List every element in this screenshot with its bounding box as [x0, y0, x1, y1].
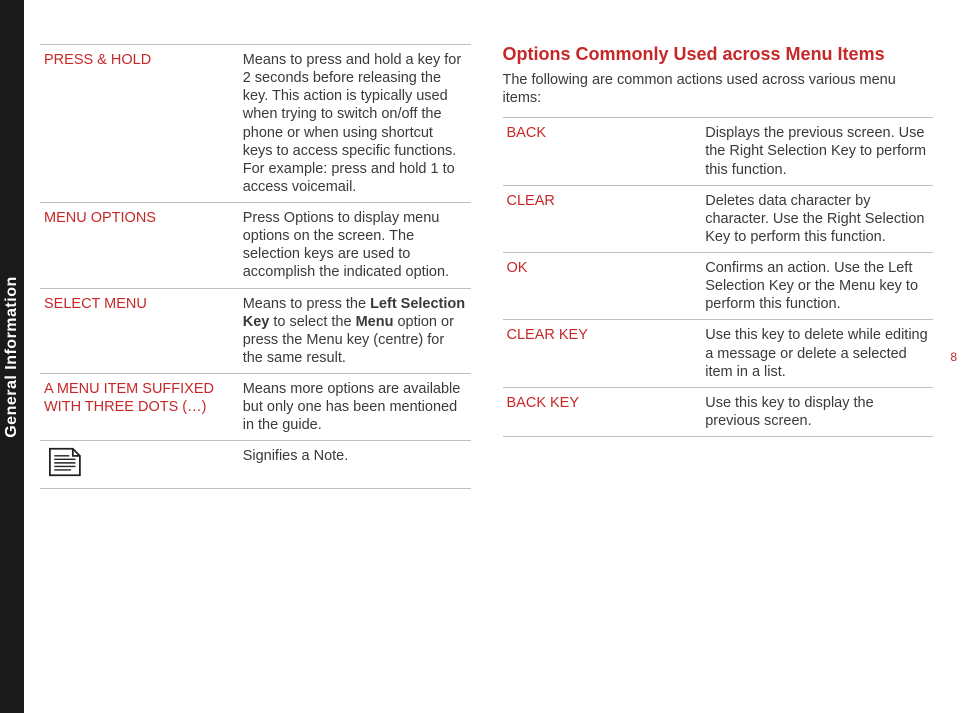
- table-row: SELECT MENUMeans to press the Left Selec…: [40, 289, 471, 375]
- table-row: CLEARDeletes data character by character…: [503, 186, 934, 253]
- right-column: Options Commonly Used across Menu Items …: [503, 44, 934, 489]
- description-cell: Deletes data character by character. Use…: [705, 192, 929, 246]
- description-text: to select the: [269, 314, 355, 330]
- term-cell: OK: [507, 259, 698, 313]
- description-cell: Confirms an action. Use the Left Selecti…: [705, 259, 929, 313]
- description-cell: Displays the previous screen. Use the Ri…: [705, 124, 929, 178]
- note-icon: [44, 447, 235, 482]
- description-text: Press Options to display menu options on…: [243, 210, 449, 280]
- description-cell: Means more options are available but onl…: [243, 380, 467, 434]
- term-cell: CLEAR KEY: [507, 326, 698, 380]
- table-row: A MENU ITEM SUFFIXED WITH THREE DOTS (…)…: [40, 374, 471, 441]
- term-cell: SELECT MENU: [44, 295, 235, 368]
- conventions-table: PRESS & HOLDMeans to press and hold a ke…: [40, 44, 471, 489]
- description-text: Means to press and hold a key for 2 seco…: [243, 52, 461, 195]
- term-cell: CLEAR: [507, 192, 698, 246]
- sidebar-section-label: General Information: [0, 0, 24, 713]
- term-cell: PRESS & HOLD: [44, 51, 235, 196]
- description-text: Menu: [356, 314, 394, 330]
- description-cell: Means to press the Left Selection Key to…: [243, 295, 467, 368]
- page-content: PRESS & HOLDMeans to press and hold a ke…: [40, 44, 933, 489]
- description-cell: Means to press and hold a key for 2 seco…: [243, 51, 467, 196]
- term-cell: BACK: [507, 124, 698, 178]
- term-cell: MENU OPTIONS: [44, 209, 235, 282]
- section-intro: The following are common actions used ac…: [503, 71, 934, 107]
- description-text: Means more options are available but onl…: [243, 381, 461, 433]
- table-row: PRESS & HOLDMeans to press and hold a ke…: [40, 44, 471, 203]
- description-cell: Signifies a Note.: [243, 447, 467, 482]
- table-row: BACK KEYUse this key to display the prev…: [503, 388, 934, 437]
- term-cell: A MENU ITEM SUFFIXED WITH THREE DOTS (…): [44, 380, 235, 434]
- note-page-icon: [46, 447, 82, 477]
- description-text: Means to press the: [243, 296, 370, 312]
- table-row: Signifies a Note.: [40, 441, 471, 489]
- description-text: Signifies a Note.: [243, 448, 349, 464]
- section-heading: Options Commonly Used across Menu Items: [503, 44, 934, 65]
- left-column: PRESS & HOLDMeans to press and hold a ke…: [40, 44, 471, 489]
- table-row: CLEAR KEYUse this key to delete while ed…: [503, 320, 934, 387]
- table-row: MENU OPTIONSPress Options to display men…: [40, 203, 471, 289]
- table-row: BACKDisplays the previous screen. Use th…: [503, 117, 934, 185]
- page-number: 8: [950, 350, 957, 364]
- table-row: OKConfirms an action. Use the Left Selec…: [503, 253, 934, 320]
- description-cell: Use this key to delete while editing a m…: [705, 326, 929, 380]
- description-cell: Press Options to display menu options on…: [243, 209, 467, 282]
- sidebar-section-label-text: General Information: [3, 276, 21, 438]
- common-options-table: BACKDisplays the previous screen. Use th…: [503, 117, 934, 437]
- description-cell: Use this key to display the previous scr…: [705, 394, 929, 430]
- term-cell: BACK KEY: [507, 394, 698, 430]
